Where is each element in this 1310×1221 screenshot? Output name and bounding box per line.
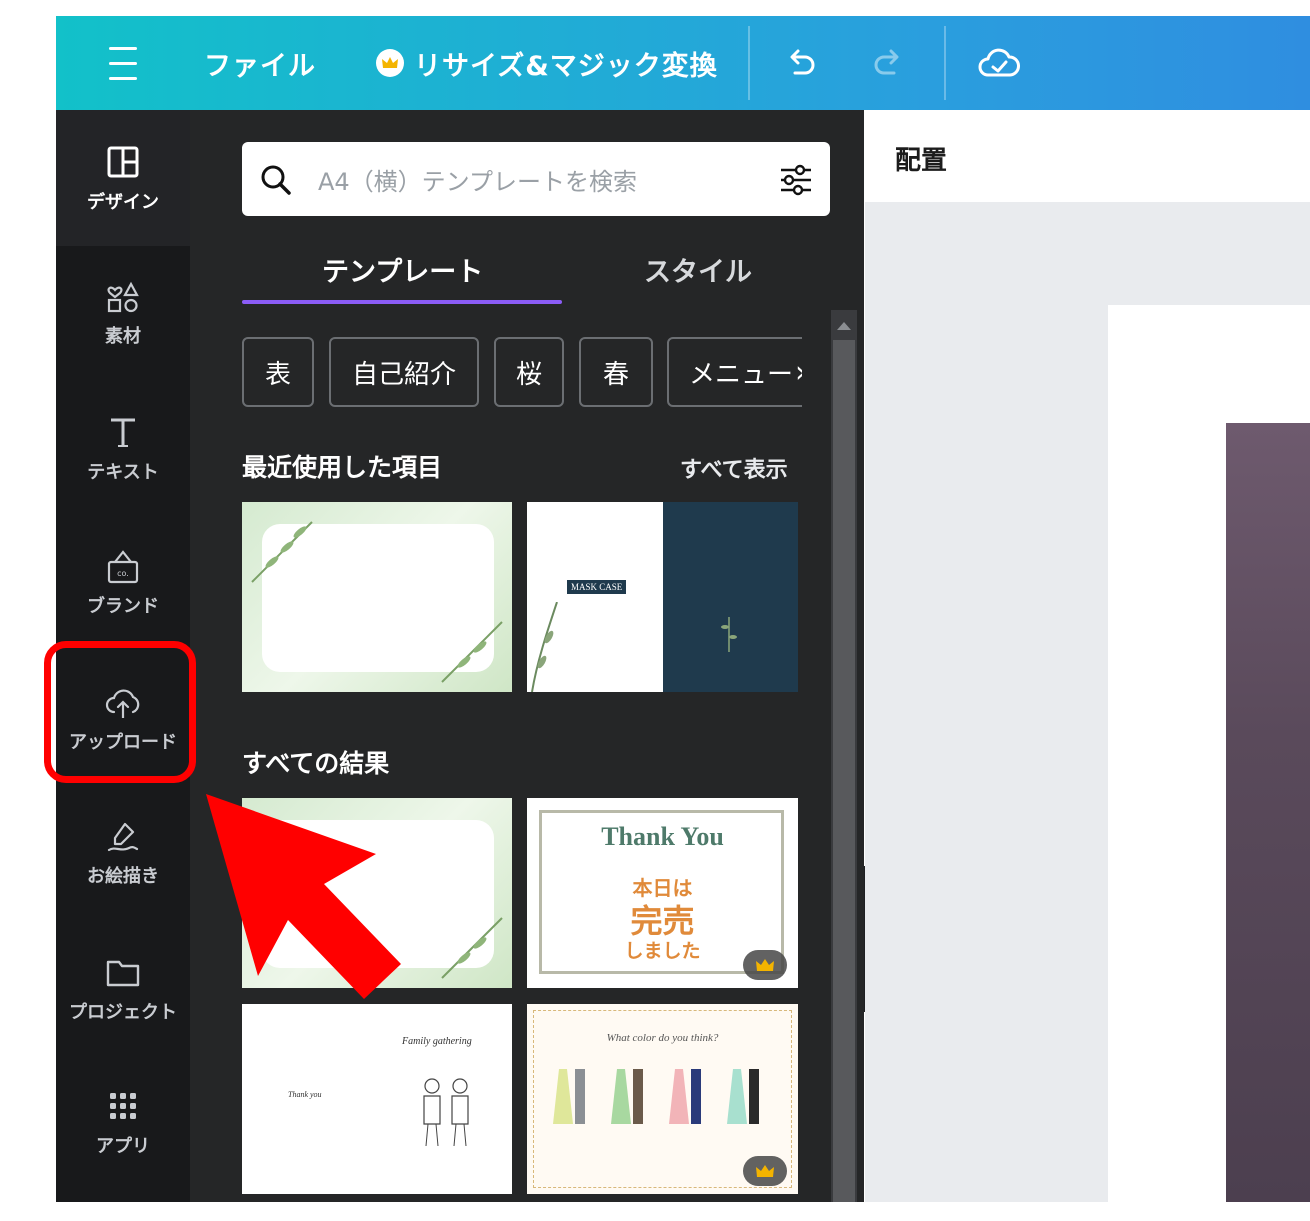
hamburger-menu-icon[interactable] (106, 16, 140, 110)
toolbar-divider (944, 26, 946, 100)
toolbar-divider (748, 26, 750, 100)
filter-sliders-icon[interactable] (776, 160, 816, 200)
search-placeholder: A4（横）テンプレートを検索 (318, 168, 637, 196)
chip[interactable]: 表 (242, 337, 314, 407)
mask-case-label: MASK CASE (567, 580, 627, 594)
panel-tabs: テンプレート スタイル (242, 240, 802, 306)
rail-label: テキスト (87, 462, 159, 483)
cloud-saved-icon[interactable] (976, 16, 1022, 110)
text-icon (111, 418, 135, 447)
resize-magic-button[interactable]: リサイズ&マジック変換 (376, 16, 718, 110)
upload-highlight-box (44, 641, 196, 783)
templates-panel: A4（横）テンプレートを検索 テンプレート スタイル 表 自己紹介 桜 春 メニ… (190, 110, 864, 1202)
template-thumbnail-green-frame[interactable] (242, 502, 512, 692)
chip-label: メニュー (689, 359, 794, 390)
crown-icon (376, 49, 404, 77)
redo-icon[interactable] (868, 16, 908, 110)
context-toolbar: 配置 (865, 110, 1310, 202)
red-pointer-arrow-icon (206, 794, 401, 999)
family-title: Family gathering (402, 1036, 472, 1047)
arrange-button[interactable]: 配置 (895, 140, 947, 177)
pro-crown-icon (743, 1156, 787, 1186)
apps-grid-icon (110, 1093, 136, 1119)
navy-panel (663, 502, 798, 692)
rail-label: アプリ (96, 1136, 150, 1157)
rail-label: お絵描き (87, 866, 159, 887)
rail-item-design[interactable]: デザイン (56, 118, 190, 238)
draw-icon (107, 822, 139, 852)
undo-icon[interactable] (781, 16, 821, 110)
rail-label: デザイン (87, 192, 159, 213)
pro-crown-icon (743, 950, 787, 980)
rail-item-brand[interactable]: co. ブランド (56, 522, 190, 642)
template-search-input[interactable]: A4（横）テンプレートを検索 (242, 142, 830, 216)
rail-item-elements[interactable]: 素材 (56, 252, 190, 372)
recent-section-title: 最近使用した項目 (242, 453, 443, 482)
scroll-up-icon[interactable] (837, 322, 851, 330)
see-all-link[interactable]: すべて表示 (680, 452, 788, 484)
folder-icon (106, 960, 140, 987)
rail-label: プロジェクト (69, 1002, 177, 1023)
panel-scrollbar[interactable] (831, 310, 857, 1202)
search-icon (261, 165, 291, 195)
scrollbar-thumb[interactable] (833, 340, 855, 1202)
template-thumbnail-dress[interactable]: What color do you think? (527, 1004, 798, 1194)
thank-you-heading: Thank You (601, 822, 724, 851)
layout-icon (107, 146, 139, 178)
shapes-icon (107, 281, 139, 313)
rail-label: ブランド (87, 596, 159, 617)
all-results-title: すべての結果 (242, 749, 390, 778)
active-tab-indicator (242, 300, 562, 304)
chip[interactable]: 桜 (494, 337, 564, 407)
leaf-decoration-icon (251, 521, 503, 683)
rail-item-text[interactable]: テキスト (56, 388, 190, 508)
page-photo-element[interactable] (1226, 423, 1310, 1202)
rail-item-draw[interactable]: お絵描き (56, 792, 190, 912)
leaf-decoration-icon (531, 602, 558, 692)
thank-you-small-text: Thank you (288, 1090, 322, 1099)
template-thumbnail-family[interactable]: Thank you Family gathering (242, 1004, 512, 1194)
top-toolbar: ファイル リサイズ&マジック変換 (56, 16, 1310, 110)
leaf-decoration-icon (721, 617, 737, 652)
dress-illustration-icon (553, 1069, 759, 1124)
tab-templates[interactable]: テンプレート (322, 250, 483, 289)
chip[interactable]: 春 (579, 337, 653, 407)
rail-item-projects[interactable]: プロジェクト (56, 928, 190, 1048)
tab-styles[interactable]: スタイル (644, 250, 752, 289)
file-menu-button[interactable]: ファイル (204, 16, 316, 110)
chevron-right-icon[interactable]: › (795, 355, 802, 390)
rail-item-apps[interactable]: アプリ (56, 1062, 190, 1182)
chip[interactable]: メニュー › (667, 337, 802, 407)
template-thumbnail-mask-case[interactable]: MASK CASE (527, 502, 798, 692)
dress-title: What color do you think? (606, 1032, 719, 1044)
template-thumbnail-thank-you[interactable]: Thank You 本日は 完売 しました (527, 798, 798, 988)
brand-icon: co. (107, 550, 139, 584)
resize-label: リサイズ&マジック変換 (414, 50, 718, 82)
couple-illustration-icon (423, 1078, 469, 1147)
chip[interactable]: 自己紹介 (329, 337, 479, 407)
rail-label: 素材 (105, 326, 141, 347)
keyword-chips: 表 自己紹介 桜 春 メニュー › (242, 337, 802, 411)
svg-text:co.: co. (117, 569, 129, 578)
